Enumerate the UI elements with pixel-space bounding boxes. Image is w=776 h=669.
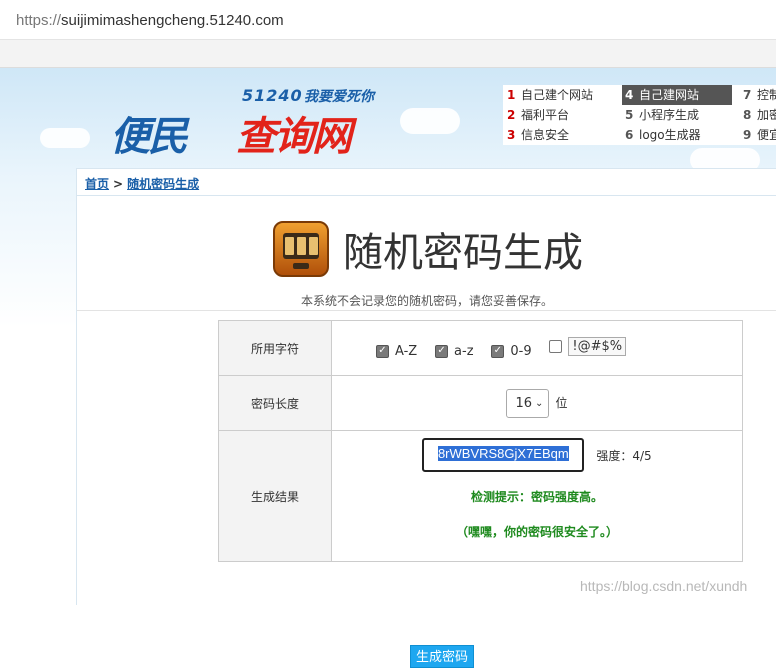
- url-text[interactable]: https://suijimimashengcheng.51240.com: [16, 12, 284, 29]
- cloud-decoration: [400, 108, 460, 134]
- checkbox-lowercase[interactable]: ✓ a-z: [435, 343, 474, 359]
- nav-num: 7: [743, 88, 752, 102]
- watermark: https://blog.csdn.net/xundh: [580, 578, 748, 594]
- privacy-notice: 本系统不会记录您的随机密码，请您妥善保存。: [300, 294, 553, 308]
- page-body: 51240 我要爱死你 便民 查询网 1 自己建个网站 4 自己建网站 7 控制 2福…: [0, 68, 776, 668]
- top-nav-list: 1 自己建个网站 4 自己建网站 7 控制 2 福利平台 5 小程序生成 8 加密 3 信息安…: [503, 85, 776, 145]
- length-value: 16: [515, 395, 533, 411]
- nav-label: 便宜: [757, 128, 776, 142]
- url-scheme: https://: [16, 12, 62, 29]
- chevron-down-icon: ⌄: [535, 397, 544, 409]
- main-content: 首页 > 随机密码生成 随机密码生成 本系统不会记录您的随机密码，请您妥善保存。 所…: [76, 168, 776, 668]
- page-title: 随机密码生成: [343, 230, 583, 276]
- url-host: suijimimashengcheng.51240.com: [61, 12, 284, 29]
- length-label: 密码长度: [218, 375, 332, 431]
- logo-name-red: 查询网: [236, 114, 352, 160]
- nav-label: logo生成器: [639, 128, 701, 142]
- symbols-input[interactable]: !@#$%: [568, 337, 627, 357]
- top-nav-item[interactable]: 5 小程序生成: [625, 105, 743, 125]
- nav-num: 4: [625, 88, 634, 102]
- nav-label: 控制: [757, 88, 776, 102]
- logo-slogan: 我要爱死你: [304, 89, 374, 105]
- cloud-decoration: [40, 128, 90, 148]
- top-nav-item[interactable]: 9 便宜: [743, 125, 776, 145]
- password-form: 所用字符 ✓ A-Z ✓ a-z ✓ 0-9 !@#$% 密码长度 16 ⌄ 位 生成结果: [218, 320, 743, 562]
- check-icon: ✓: [376, 344, 389, 358]
- breadcrumb-home-link[interactable]: 首页: [85, 177, 109, 191]
- nav-num: 3: [507, 128, 516, 142]
- top-nav: 1 自己建个网站 4 自己建网站 7 控制 2 福利平台 5 小程序生成 8 加密 3 信息安…: [503, 85, 776, 145]
- logo-number: 51240: [242, 86, 303, 105]
- nav-label: 自己建网站: [639, 88, 700, 102]
- checkbox-digits[interactable]: ✓ 0-9: [491, 343, 532, 359]
- top-nav-item[interactable]: 1 自己建个网站: [507, 85, 625, 105]
- checkbox-symbols[interactable]: !@#$%: [549, 337, 627, 357]
- site-logo[interactable]: 51240 我要爱死你 便民 查询网: [86, 78, 386, 160]
- length-cell: 16 ⌄ 位: [331, 375, 743, 431]
- nav-label: 小程序生成: [639, 108, 700, 122]
- top-nav-item[interactable]: 2 福利平台: [507, 105, 625, 125]
- page-header: 随机密码生成: [273, 219, 583, 279]
- nav-num: 8: [743, 108, 752, 122]
- nav-label: 信息安全: [521, 128, 570, 142]
- password-text-selected[interactable]: 8rWBVRS8GjX7EBqm: [437, 446, 569, 461]
- charset-options: ✓ A-Z ✓ a-z ✓ 0-9 !@#$%: [331, 320, 743, 376]
- nav-num: 9: [743, 128, 752, 142]
- check-icon: ✓: [435, 344, 449, 358]
- check-icon: ✓: [491, 344, 505, 358]
- generate-password-button[interactable]: 生成密码: [410, 645, 474, 668]
- browser-toolbar-strip: [0, 40, 776, 68]
- strength-tip-secondary: （嘿嘿，你的密码很安全了。）: [455, 525, 618, 539]
- checkbox-label: A-Z: [395, 343, 418, 359]
- nav-label: 自己建个网站: [521, 88, 594, 102]
- strength-tip: 检测提示：密码强度高。: [470, 490, 603, 504]
- password-output[interactable]: 8rWBVRS8GjX7EBqm: [422, 438, 585, 472]
- top-nav-item[interactable]: 8 加密: [743, 105, 776, 125]
- nav-num: 1: [507, 88, 516, 102]
- logo-name-blue: 便民: [110, 114, 188, 160]
- password-lock-icon: [273, 221, 329, 277]
- nav-num: 6: [625, 128, 634, 142]
- nav-num: 2: [507, 108, 516, 122]
- length-select[interactable]: 16 ⌄: [506, 388, 550, 418]
- result-label: 生成结果: [218, 430, 332, 562]
- checkbox-label: a-z: [454, 343, 474, 359]
- strength-text: 强度：4/5: [596, 448, 652, 463]
- browser-address-bar[interactable]: https://suijimimashengcheng.51240.com: [0, 0, 776, 40]
- breadcrumb-current-link[interactable]: 随机密码生成: [127, 177, 199, 191]
- length-unit: 位: [555, 395, 568, 410]
- top-nav-item-active[interactable]: 4 自己建网站: [622, 85, 732, 105]
- breadcrumb: 首页 > 随机密码生成: [85, 175, 199, 192]
- top-nav-item[interactable]: 7 控制: [743, 85, 776, 105]
- top-nav-item[interactable]: 6 logo生成器: [625, 125, 743, 145]
- top-nav-item[interactable]: 3 信息安全: [507, 125, 625, 145]
- breadcrumb-separator: >: [113, 177, 124, 191]
- checkbox-label: 0-9: [510, 343, 532, 359]
- checkbox-uppercase[interactable]: ✓ A-Z: [376, 344, 417, 359]
- nav-num: 5: [625, 108, 634, 122]
- nav-label: 加密: [757, 108, 776, 122]
- nav-label: 福利平台: [521, 108, 570, 122]
- checkbox-box: [549, 340, 563, 354]
- charset-label: 所用字符: [218, 320, 332, 376]
- divider: [77, 195, 776, 196]
- divider: [77, 310, 776, 311]
- result-cell: 8rWBVRS8GjX7EBqm 强度：4/5 检测提示：密码强度高。 （嘿嘿，你…: [331, 430, 743, 562]
